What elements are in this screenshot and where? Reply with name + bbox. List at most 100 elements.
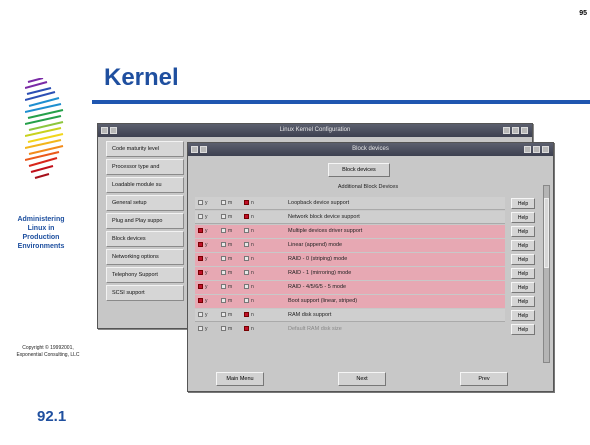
option-n-radio[interactable]: n	[244, 270, 266, 277]
help-button[interactable]: Help	[511, 198, 535, 209]
option-letter: y	[205, 256, 208, 262]
option-n-radio[interactable]: n	[244, 326, 266, 333]
option-m-radio[interactable]: m	[221, 284, 243, 291]
option-n-radio[interactable]: n	[244, 228, 266, 235]
option-letter: y	[205, 326, 208, 332]
window-shade-icon[interactable]	[200, 146, 207, 153]
radio-mark-icon	[221, 298, 226, 304]
option-m-radio[interactable]: m	[221, 270, 243, 277]
option-m-radio[interactable]: m	[221, 200, 243, 207]
option-row: y m n Multiple devices driver support Help	[195, 225, 539, 238]
help-button[interactable]: Help	[511, 226, 535, 237]
option-y-radio[interactable]: y	[198, 228, 220, 235]
option-y-radio[interactable]: y	[198, 284, 220, 291]
page-number: 95	[579, 10, 587, 17]
menu-item-processor-type[interactable]: Processor type and	[106, 159, 184, 175]
help-button[interactable]: Help	[511, 310, 535, 321]
radio-mark-icon	[198, 214, 203, 220]
option-letter: y	[205, 270, 208, 276]
option-n-radio[interactable]: n	[244, 298, 266, 305]
option-row-label: Default RAM disk size	[288, 326, 342, 332]
option-letter: n	[251, 270, 254, 276]
option-row-label: Boot support (linear, striped)	[288, 298, 358, 304]
maximize-icon[interactable]	[533, 146, 540, 153]
option-row: y m n RAID - 1 (mirroring) mode Help	[195, 267, 539, 280]
block-devices-title: Block devices	[352, 146, 389, 152]
scrollbar-thumb[interactable]	[544, 198, 549, 268]
maximize-icon[interactable]	[512, 127, 519, 134]
kernel-config-titlebar[interactable]: Linux Kernel Configuration	[98, 124, 532, 137]
option-row-label: RAM disk support	[288, 312, 332, 318]
menu-item-networking[interactable]: Networking options	[106, 249, 184, 265]
help-button[interactable]: Help	[511, 240, 535, 251]
option-y-radio[interactable]: y	[198, 270, 220, 277]
option-m-radio[interactable]: m	[221, 242, 243, 249]
help-button[interactable]: Help	[511, 268, 535, 279]
option-n-radio[interactable]: n	[244, 200, 266, 207]
radio-mark-icon	[244, 312, 249, 318]
menu-item-general-setup[interactable]: General setup	[106, 195, 184, 211]
option-n-radio[interactable]: n	[244, 284, 266, 291]
option-m-radio[interactable]: m	[221, 214, 243, 221]
option-row-label: Linear (append) mode	[288, 242, 343, 248]
option-letter: n	[251, 326, 254, 332]
menu-item-scsi[interactable]: SCSI support	[106, 285, 184, 301]
option-y-radio[interactable]: y	[198, 298, 220, 305]
option-letter: n	[251, 298, 254, 304]
penguin-stripes-logo	[25, 78, 64, 179]
option-n-radio[interactable]: n	[244, 214, 266, 221]
option-y-radio[interactable]: y	[198, 242, 220, 249]
block-devices-button[interactable]: Block devices	[328, 163, 390, 177]
option-letter: m	[228, 312, 233, 318]
option-letter: n	[251, 312, 254, 318]
option-y-radio[interactable]: y	[198, 256, 220, 263]
option-m-radio[interactable]: m	[221, 228, 243, 235]
option-letter: m	[228, 256, 233, 262]
window-menu-icon[interactable]	[191, 146, 198, 153]
course-title-line: Linux in	[27, 225, 55, 232]
option-m-radio[interactable]: m	[221, 312, 243, 319]
radio-mark-icon	[221, 270, 226, 276]
help-button[interactable]: Help	[511, 324, 535, 335]
option-letter: m	[228, 270, 233, 276]
option-y-radio[interactable]: y	[198, 200, 220, 207]
menu-item-block-devices[interactable]: Block devices	[106, 231, 184, 247]
option-letter: m	[228, 242, 233, 248]
radio-mark-icon	[198, 200, 203, 206]
help-button[interactable]: Help	[511, 254, 535, 265]
option-letter: n	[251, 214, 254, 220]
close-icon[interactable]	[542, 146, 549, 153]
window-shade-icon[interactable]	[110, 127, 117, 134]
menu-item-plug-and-play[interactable]: Plug and Play suppo	[106, 213, 184, 229]
minimize-icon[interactable]	[524, 146, 531, 153]
option-letter: m	[228, 284, 233, 290]
help-button[interactable]: Help	[511, 282, 535, 293]
scrollbar[interactable]	[543, 185, 550, 363]
block-devices-titlebar[interactable]: Block devices	[188, 143, 553, 156]
window-menu-icon[interactable]	[101, 127, 108, 134]
radio-mark-icon	[221, 256, 226, 262]
option-letter: m	[228, 298, 233, 304]
close-icon[interactable]	[521, 127, 528, 134]
radio-mark-icon	[244, 270, 249, 276]
option-n-radio[interactable]: n	[244, 242, 266, 249]
menu-item-code-maturity[interactable]: Code maturity level	[106, 141, 184, 157]
option-y-radio[interactable]: y	[198, 326, 220, 333]
option-m-radio[interactable]: m	[221, 298, 243, 305]
option-n-radio[interactable]: n	[244, 256, 266, 263]
radio-mark-icon	[221, 214, 226, 220]
option-m-radio[interactable]: m	[221, 326, 243, 333]
help-button[interactable]: Help	[511, 212, 535, 223]
next-button[interactable]: Next	[338, 372, 386, 386]
minimize-icon[interactable]	[503, 127, 510, 134]
menu-item-telephony[interactable]: Telephony Support	[106, 267, 184, 283]
option-letter: y	[205, 298, 208, 304]
option-y-radio[interactable]: y	[198, 214, 220, 221]
main-menu-button[interactable]: Main Menu	[216, 372, 264, 386]
option-m-radio[interactable]: m	[221, 256, 243, 263]
help-button[interactable]: Help	[511, 296, 535, 307]
option-n-radio[interactable]: n	[244, 312, 266, 319]
menu-item-loadable-modules[interactable]: Loadable module su	[106, 177, 184, 193]
option-y-radio[interactable]: y	[198, 312, 220, 319]
prev-button[interactable]: Prev	[460, 372, 508, 386]
